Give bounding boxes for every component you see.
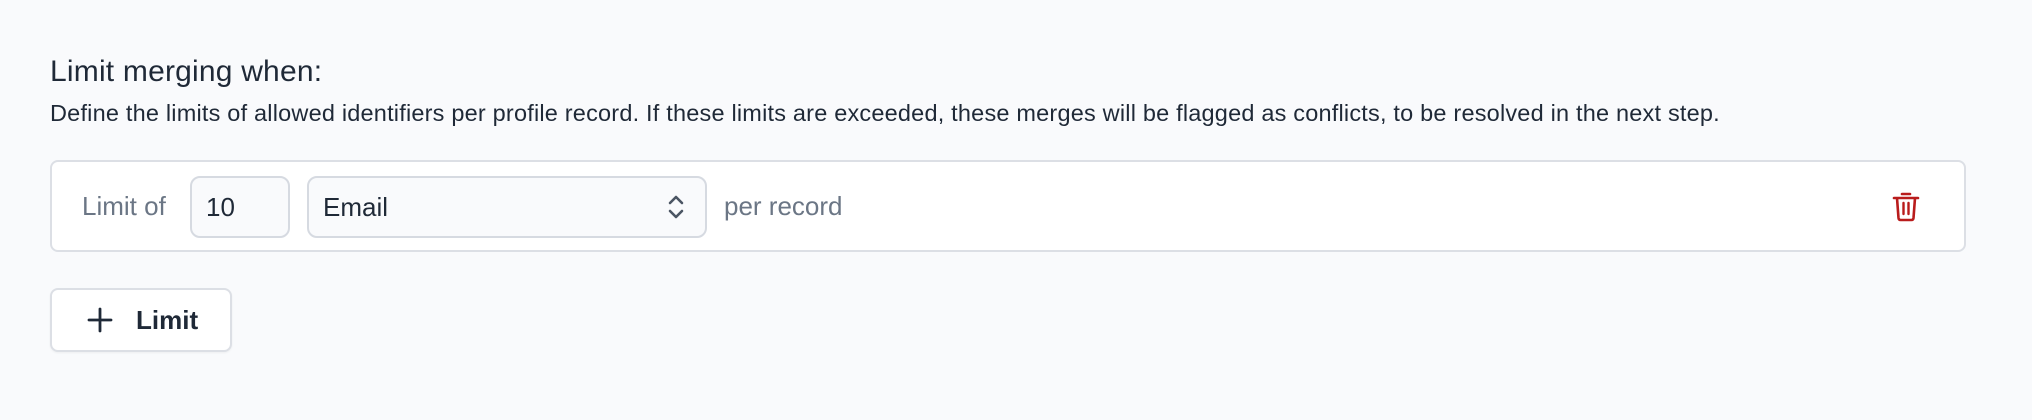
add-limit-label: Limit (136, 304, 199, 335)
limit-prefix-label: Limit of (82, 191, 166, 221)
section-description: Define the limits of allowed identifiers… (50, 100, 1720, 126)
identifier-type-select[interactable]: Email (307, 176, 707, 238)
plus-icon (87, 307, 113, 333)
limit-count-input[interactable] (190, 176, 290, 238)
chevron-up-down-icon (668, 195, 684, 219)
add-limit-button[interactable]: Limit (50, 288, 232, 352)
identifier-select-value: Email (323, 192, 389, 222)
section-title: Limit merging when: (50, 55, 323, 88)
limit-merging-section: Limit merging when: Define the limits of… (50, 52, 1970, 130)
delete-limit-button[interactable] (1888, 188, 1924, 224)
limit-suffix-label: per record (724, 191, 843, 221)
limit-row: Limit of Email per record (50, 160, 1966, 252)
trash-icon (1892, 192, 1920, 222)
